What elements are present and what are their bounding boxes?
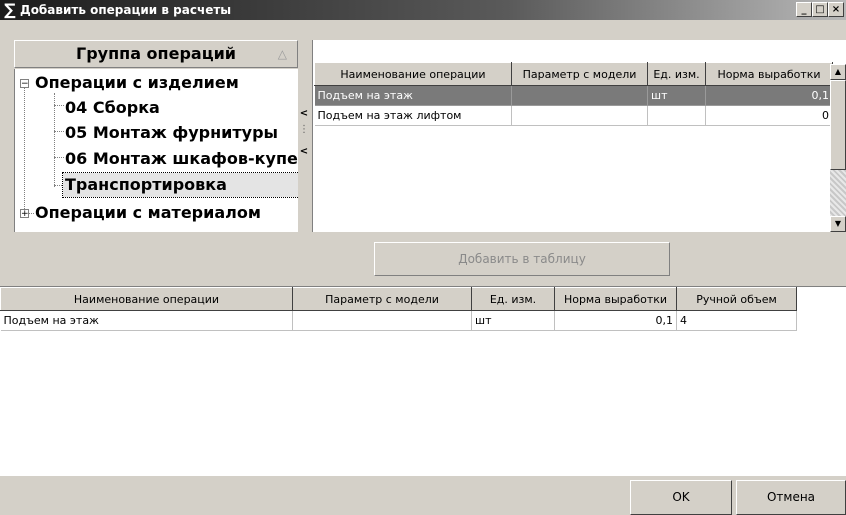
operation-group-tree[interactable]: − Операции с изделием 04 Сборка 05 Монта… <box>14 69 298 232</box>
tree-node-material-operations[interactable]: Операции с материалом <box>35 201 261 225</box>
cell-unit[interactable]: шт <box>647 85 706 106</box>
sigma-icon: ∑ <box>4 0 16 19</box>
column-header-unit[interactable]: Ед. изм. <box>471 287 555 311</box>
tree-node-label: 05 Монтаж фурнитуры <box>65 123 279 142</box>
column-header-output-norm[interactable]: Норма выработки <box>554 287 677 311</box>
cell-model-parameter[interactable] <box>292 310 472 331</box>
column-header-output-norm[interactable]: Норма выработки <box>705 62 833 86</box>
scroll-thumb[interactable] <box>830 80 846 170</box>
collapse-left-arrow-icon[interactable]: < <box>298 108 310 119</box>
collapse-left-arrow-icon[interactable]: < <box>298 146 310 157</box>
table-row[interactable]: Подъем на этаж шт 0,1 <box>314 85 833 106</box>
tree-node-wardrobe-mounting[interactable]: 06 Монтаж шкафов-купе <box>65 147 298 171</box>
maximize-button[interactable]: □ <box>812 2 828 17</box>
table-row[interactable]: Подъем на этаж шт 0,1 4 <box>0 310 797 331</box>
tree-node-label: Транспортировка <box>65 175 227 194</box>
window-title: Добавить операции в расчеты <box>20 3 232 17</box>
selected-operations-grid[interactable]: Наименование операции Параметр с модели … <box>0 286 846 476</box>
tree-node-assembly[interactable]: 04 Сборка <box>65 96 160 120</box>
tree-node-label: 06 Монтаж шкафов-купе <box>65 149 298 168</box>
add-to-table-button[interactable]: Добавить в таблицу <box>374 242 670 276</box>
operations-grid-scrollbar[interactable]: ▲ ▼ <box>830 64 846 232</box>
tree-node-label: Операции с материалом <box>35 203 261 222</box>
cell-operation-name[interactable]: Подъем на этаж лифтом <box>314 105 512 126</box>
tree-node-label: Операции с изделием <box>35 73 239 92</box>
operations-grid[interactable]: Наименование операции Параметр с модели … <box>312 62 846 232</box>
tree-connector <box>54 131 64 132</box>
cell-unit[interactable]: шт <box>471 310 555 331</box>
scroll-down-icon[interactable]: ▼ <box>830 216 846 232</box>
expand-toggle-icon[interactable]: + <box>20 209 29 219</box>
column-header-operation-name[interactable]: Наименование операции <box>314 62 512 86</box>
tree-node-hardware-mounting[interactable]: 05 Монтаж фурнитуры <box>65 121 278 145</box>
table-row[interactable]: Подъем на этаж лифтом 0 <box>314 105 833 126</box>
group-column-header[interactable]: Группа операций △ <box>14 40 298 68</box>
column-header-model-parameter[interactable]: Параметр с модели <box>511 62 648 86</box>
column-header-operation-name[interactable]: Наименование операции <box>0 287 293 311</box>
cell-model-parameter[interactable] <box>511 85 648 106</box>
cell-operation-name[interactable]: Подъем на этаж <box>314 85 512 106</box>
tree-connector <box>54 93 55 187</box>
scroll-track[interactable] <box>830 170 846 216</box>
group-header-label: Группа операций <box>76 44 236 63</box>
panel-splitter[interactable]: < ⋮ < <box>298 40 312 232</box>
ok-button[interactable]: OK <box>630 480 732 515</box>
operations-filter-bar[interactable] <box>312 40 846 62</box>
column-header-manual-volume[interactable]: Ручной объем <box>676 287 797 311</box>
tree-connector <box>24 85 25 213</box>
cell-operation-name[interactable]: Подъем на этаж <box>0 310 293 331</box>
column-header-unit[interactable]: Ед. изм. <box>647 62 706 86</box>
scroll-up-icon[interactable]: ▲ <box>830 64 846 80</box>
cell-manual-volume[interactable]: 4 <box>676 310 797 331</box>
cancel-button[interactable]: Отмена <box>736 480 846 515</box>
tree-connector <box>54 157 64 158</box>
cell-model-parameter[interactable] <box>511 105 648 126</box>
cell-output-norm[interactable]: 0,1 <box>705 85 833 106</box>
sort-ascending-icon: △ <box>277 47 287 61</box>
cell-output-norm[interactable]: 0 <box>705 105 833 126</box>
tree-node-product-operations[interactable]: Операции с изделием <box>35 71 239 95</box>
tree-node-label: 04 Сборка <box>65 98 160 117</box>
column-header-model-parameter[interactable]: Параметр с модели <box>292 287 472 311</box>
tree-connector <box>54 105 64 106</box>
close-button[interactable]: × <box>828 2 844 17</box>
tree-node-transportation[interactable]: Транспортировка <box>62 172 298 198</box>
collapse-toggle-icon[interactable]: − <box>20 79 29 89</box>
minimize-button[interactable]: _ <box>796 2 812 17</box>
splitter-grip-icon: ⋮ <box>299 124 309 135</box>
title-bar[interactable]: ∑ Добавить операции в расчеты _ □ × <box>0 0 846 20</box>
cell-unit[interactable] <box>647 105 706 126</box>
cell-output-norm[interactable]: 0,1 <box>554 310 677 331</box>
